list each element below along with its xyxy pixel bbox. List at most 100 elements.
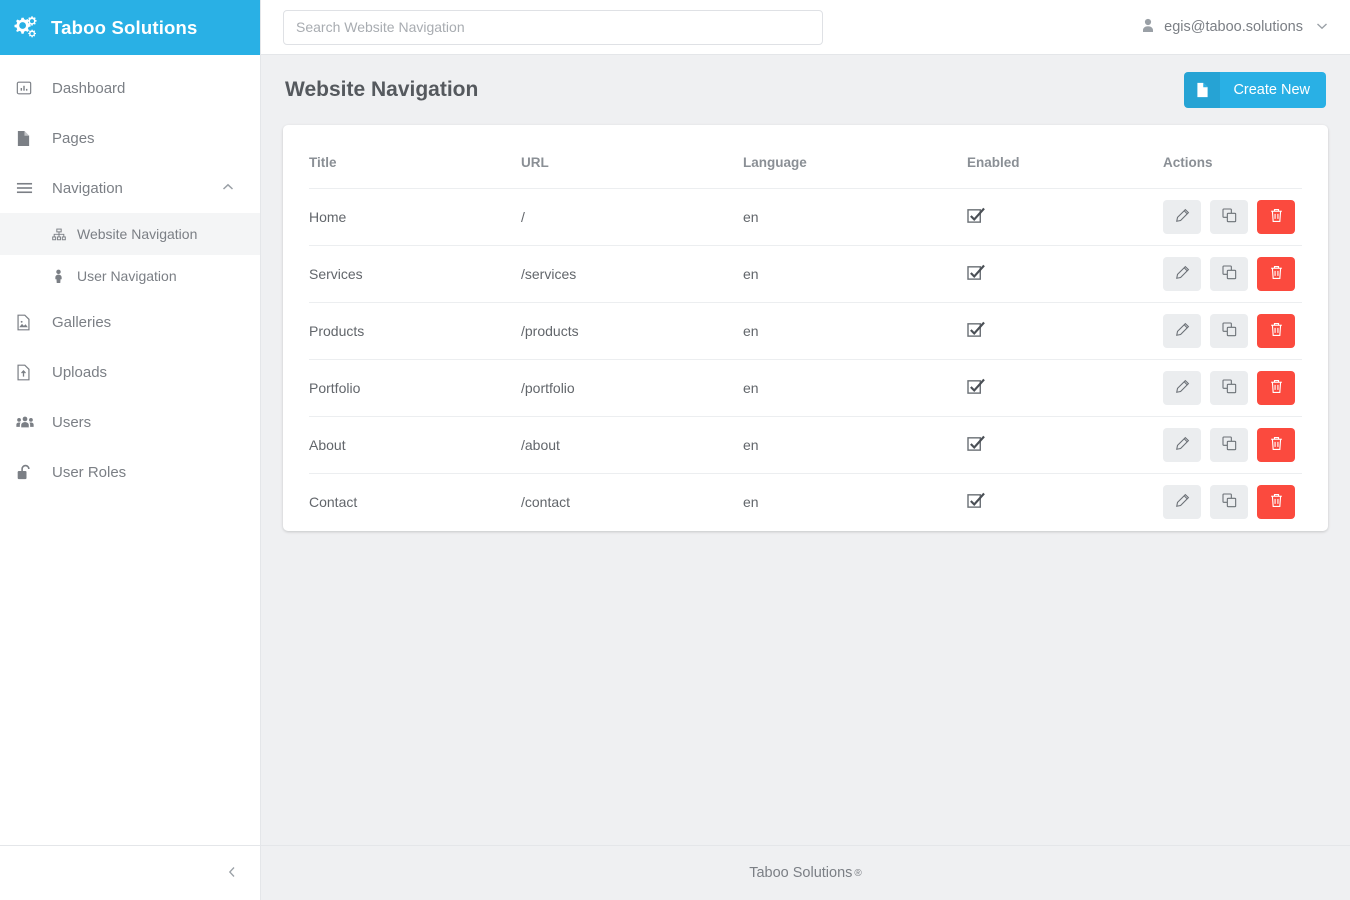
row-action-group: [1163, 200, 1302, 234]
table-row: Products/products en: [309, 302, 1302, 360]
duplicate-row-button[interactable]: [1210, 428, 1248, 462]
sidebar-footer: [0, 845, 260, 900]
checkbox-checked-icon[interactable]: [967, 492, 1163, 512]
copy-icon: [1221, 208, 1237, 226]
duplicate-row-button[interactable]: [1210, 257, 1248, 291]
table-header-row: Title URL Language Enabled Actions: [309, 125, 1302, 189]
brand-title: Taboo Solutions: [51, 16, 198, 38]
cell-actions: [1163, 302, 1302, 360]
edit-row-button[interactable]: [1163, 428, 1201, 462]
page-header: Website Navigation Create New: [283, 55, 1328, 125]
checkbox-checked-icon[interactable]: [967, 378, 1163, 398]
delete-row-button[interactable]: [1257, 371, 1295, 405]
bars-icon: [16, 181, 46, 195]
trash-icon: [1269, 493, 1284, 511]
trash-icon: [1269, 265, 1284, 283]
cell-enabled: [967, 359, 1163, 417]
checkbox-checked-icon[interactable]: [967, 321, 1163, 341]
search-input[interactable]: [283, 9, 823, 45]
delete-row-button[interactable]: [1257, 200, 1295, 234]
file-icon: [16, 130, 46, 147]
chevron-down-icon[interactable]: [1316, 21, 1328, 33]
cell-enabled: [967, 302, 1163, 360]
edit-row-button[interactable]: [1163, 485, 1201, 520]
delete-row-button[interactable]: [1257, 314, 1295, 348]
sidebar-item-users[interactable]: Users: [0, 397, 260, 447]
pencil-icon: [1175, 379, 1190, 397]
cell-url: /products: [521, 302, 743, 360]
duplicate-row-button[interactable]: [1210, 485, 1248, 520]
male-user-icon: [52, 269, 74, 284]
footer-mark: ®: [854, 867, 862, 879]
app-root: Taboo Solutions Dashboard Pages Navigati…: [0, 0, 1350, 900]
sidebar-item-galleries[interactable]: Galleries: [0, 297, 260, 347]
cell-title: Contact: [309, 494, 358, 511]
cell-actions: [1163, 245, 1302, 303]
cell-url: /contact: [521, 494, 571, 511]
edit-row-button[interactable]: [1163, 257, 1201, 291]
cell-actions: [1163, 359, 1302, 417]
cell-enabled: [967, 474, 1163, 531]
copy-icon: [1221, 436, 1237, 454]
page-footer: Taboo Solutions ®: [261, 845, 1350, 900]
duplicate-row-button[interactable]: [1210, 314, 1248, 348]
sidebar-item-website-navigation[interactable]: Website Navigation: [0, 213, 260, 255]
delete-row-button[interactable]: [1257, 428, 1295, 462]
table-body: Home / en Services/services en Products/produ…: [309, 188, 1302, 531]
cell-enabled: [967, 245, 1163, 303]
chevron-up-icon[interactable]: [222, 182, 234, 194]
sidebar: Taboo Solutions Dashboard Pages Navigati…: [0, 0, 261, 900]
pencil-icon: [1175, 265, 1190, 283]
cell-title: Products: [309, 302, 521, 360]
duplicate-row-button[interactable]: [1210, 371, 1248, 405]
edit-row-button[interactable]: [1163, 200, 1201, 234]
brand-header[interactable]: Taboo Solutions: [0, 0, 260, 55]
image-file-icon: [16, 314, 46, 331]
cell-language: en: [743, 494, 759, 511]
checkbox-checked-icon[interactable]: [967, 435, 1163, 455]
create-new-label: Create New: [1233, 82, 1310, 98]
pencil-icon: [1175, 208, 1190, 226]
sidebar-item-navigation[interactable]: Navigation: [0, 163, 260, 213]
cell-url: /about: [521, 416, 743, 474]
sidebar-item-label: Navigation: [52, 179, 123, 197]
cell-language: en: [743, 359, 967, 417]
create-new-button[interactable]: Create New: [1184, 72, 1326, 108]
cell-actions: [1163, 474, 1302, 531]
delete-row-button[interactable]: [1257, 485, 1295, 520]
chevron-left-icon[interactable]: [228, 866, 236, 881]
pencil-icon: [1175, 493, 1190, 511]
file-upload-icon: [16, 364, 46, 381]
cell-title: Home: [309, 188, 521, 246]
user-menu[interactable]: egis@taboo.solutions: [1141, 18, 1336, 37]
sidebar-item-label: Uploads: [52, 363, 108, 381]
topbar: egis@taboo.solutions: [261, 0, 1350, 55]
edit-row-button[interactable]: [1163, 371, 1201, 405]
column-header-enabled: Enabled: [967, 125, 1163, 189]
trash-icon: [1269, 322, 1284, 340]
edit-row-button[interactable]: [1163, 314, 1201, 348]
column-header-language: Language: [743, 125, 967, 189]
duplicate-row-button[interactable]: [1210, 200, 1248, 234]
checkbox-checked-icon[interactable]: [967, 207, 1163, 227]
footer-text: Taboo Solutions: [749, 865, 853, 881]
delete-row-button[interactable]: [1257, 257, 1295, 291]
sidebar-nav: Dashboard Pages Navigation Website Navig…: [0, 55, 260, 845]
unlock-icon: [16, 464, 46, 481]
cell-language: en: [743, 188, 967, 246]
sidebar-item-uploads[interactable]: Uploads: [0, 347, 260, 397]
users-icon: [16, 415, 46, 429]
sidebar-item-label: User Roles: [52, 463, 127, 481]
sidebar-subitem-label: Website Navigation: [77, 226, 198, 242]
row-action-group: [1163, 314, 1302, 348]
sidebar-item-pages[interactable]: Pages: [0, 113, 260, 163]
dashboard-icon: [16, 80, 46, 96]
sidebar-item-label: Pages: [52, 129, 95, 147]
sidebar-item-user-navigation[interactable]: User Navigation: [0, 255, 260, 297]
cell-language: en: [743, 245, 967, 303]
table-row: Contact/contact en: [309, 474, 1302, 531]
pencil-icon: [1175, 436, 1190, 454]
sidebar-item-dashboard[interactable]: Dashboard: [0, 63, 260, 113]
checkbox-checked-icon[interactable]: [967, 264, 1163, 284]
sidebar-item-user-roles[interactable]: User Roles: [0, 447, 260, 497]
